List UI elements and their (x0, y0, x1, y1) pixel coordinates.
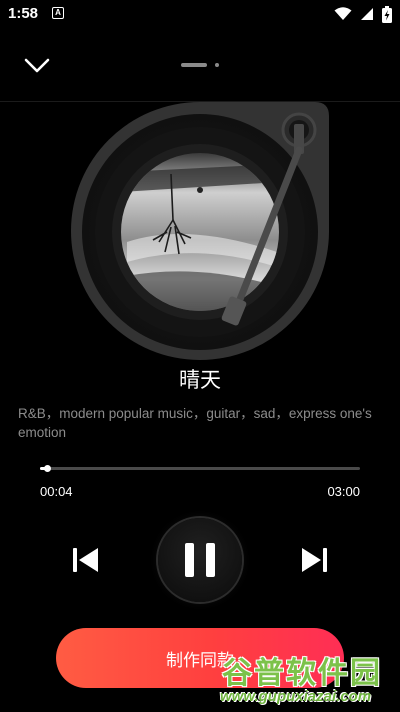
status-bar: 1:58 A (0, 0, 400, 28)
chevron-down-icon[interactable] (22, 52, 52, 78)
status-time: 1:58 (8, 5, 39, 22)
status-icons (334, 5, 392, 23)
song-title: 晴天 (179, 369, 221, 392)
progress-thumb[interactable] (44, 465, 52, 472)
wifi-icon (334, 7, 352, 20)
pause-button[interactable] (158, 518, 242, 602)
page-dot (215, 63, 219, 67)
make-same-button[interactable]: 制作同款 (56, 628, 344, 688)
album-cover (121, 153, 279, 311)
player-header (0, 40, 400, 96)
player-screen: 1:58 A 晴天 R&B，modern popular music，guita… (0, 0, 400, 712)
total-time: 03:00 (327, 484, 360, 499)
skip-next-icon[interactable] (298, 544, 330, 576)
page-indicator (181, 63, 219, 67)
battery-icon (382, 5, 392, 23)
turntable-artwork (71, 102, 329, 361)
page-dot-active (181, 63, 207, 67)
pause-icon (185, 543, 215, 577)
progress-slider[interactable] (40, 465, 360, 472)
signal-icon (361, 8, 373, 20)
make-same-label: 制作同款 (166, 650, 234, 670)
song-tags: R&B，modern popular music，guitar，sad，expr… (18, 406, 372, 440)
notification-icon: A (52, 7, 64, 19)
watermark-url: www.gupuxiazai.com (220, 688, 372, 705)
current-time: 00:04 (40, 484, 73, 499)
skip-previous-icon[interactable] (70, 544, 102, 576)
